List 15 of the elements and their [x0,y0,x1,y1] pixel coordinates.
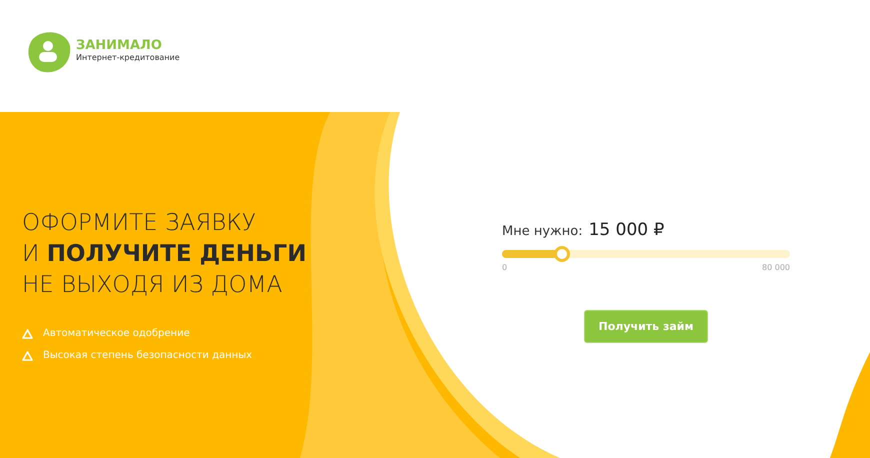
headline-line: НЕ ВЫХОДЯ ИЗ ДОМА [22,271,284,300]
logo-tagline: Интернет-кредитование [76,53,180,63]
feature-icon [22,328,33,340]
feature-text: Высокая степень безопасности данных [43,349,252,363]
slider-max: 80 000 [762,263,790,272]
headline-line: ОФОРМИТЕ ЗАЯВКУ [22,209,257,238]
get-loan-button[interactable]: Получить займ [584,310,708,343]
feature-text: Автоматическое одобрение [43,327,190,341]
logo-icon [26,30,72,74]
feature-icon [22,350,33,362]
slider-min: 0 [502,263,508,272]
amount-value: 15 000 ₽ [588,220,664,240]
headline-line: И ПОЛУЧИТЕ ДЕНЬГИ [22,240,308,269]
logo-name: ЗАНИМАЛО [76,39,163,53]
amount-label: Мне нужно: [502,224,583,239]
